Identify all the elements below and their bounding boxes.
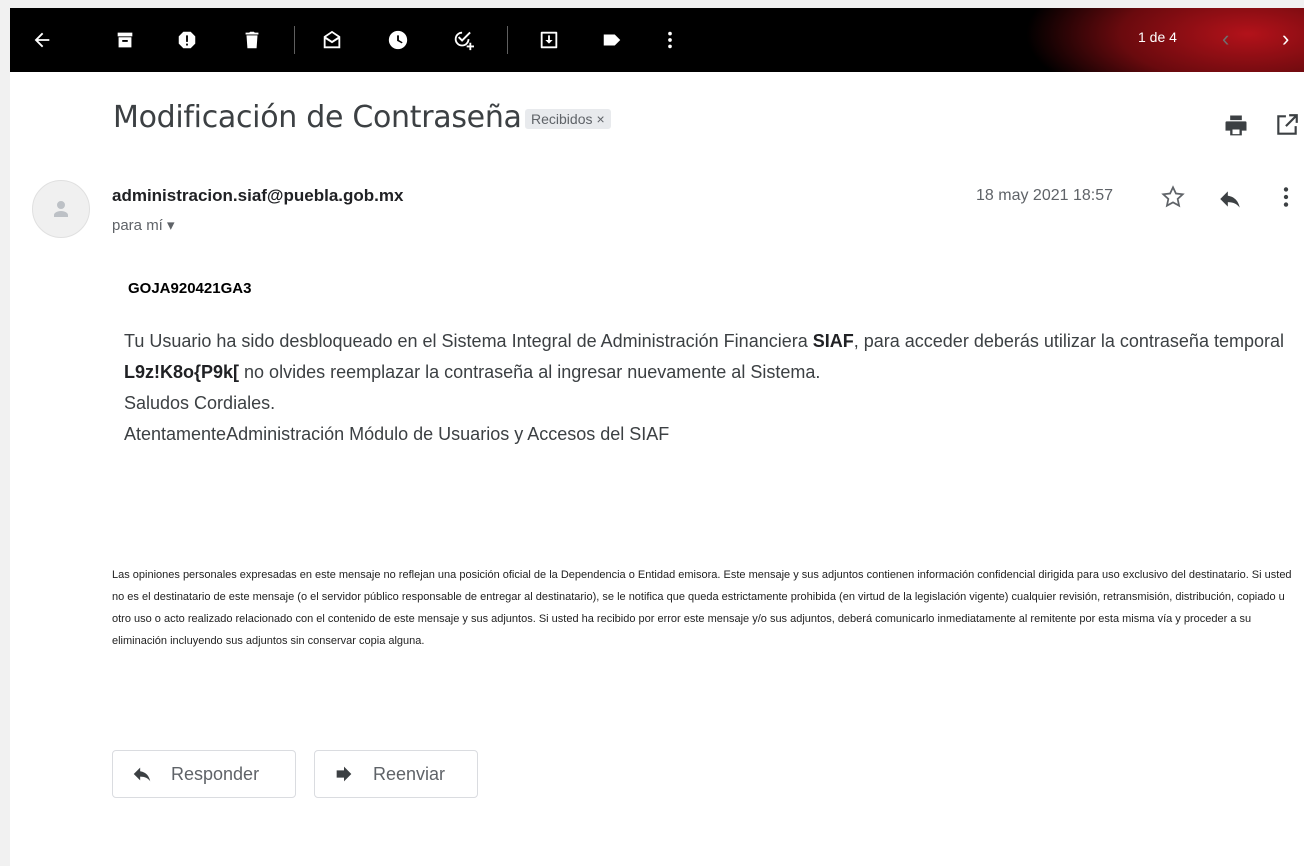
body-text: , para acceder deberás utilizar la contr… (853, 331, 1284, 351)
body-user-code: GOJA920421GA3 (128, 280, 252, 297)
reply-button[interactable]: Responder (112, 750, 296, 798)
back-arrow-icon[interactable] (26, 24, 58, 56)
reply-icon (133, 767, 151, 782)
message-date: 18 may 2021 18:57 (976, 187, 1113, 204)
mark-unread-icon[interactable] (316, 24, 348, 56)
delete-icon[interactable] (236, 24, 268, 56)
star-icon[interactable] (1160, 184, 1188, 212)
temporary-password: L9z!K8o{P9k[ (124, 362, 240, 382)
label-chip-text: Recibidos (531, 111, 593, 127)
more-options-icon[interactable] (1273, 184, 1301, 212)
toolbar-divider (294, 26, 295, 54)
print-icon[interactable] (1222, 112, 1250, 140)
move-to-icon[interactable] (533, 24, 565, 56)
body-text: no olvides reemplazar la contraseña al i… (239, 362, 821, 382)
reply-button-label: Responder (171, 763, 260, 784)
pager-count: 1 de 4 (1138, 29, 1177, 45)
report-spam-icon[interactable] (171, 24, 203, 56)
next-message-icon[interactable]: › (1282, 28, 1289, 50)
system-name: SIAF (812, 331, 854, 351)
label-chip-inbox[interactable]: Recibidos × (525, 109, 611, 129)
forward-icon (336, 766, 352, 782)
more-vert-icon[interactable] (654, 24, 686, 56)
toolbar-divider (507, 26, 508, 54)
sender-email[interactable]: administracion.siaf@puebla.gob.mx (112, 186, 403, 206)
body-paragraph: Tu Usuario ha sido desbloqueado en el Si… (124, 326, 1284, 388)
forward-button[interactable]: Reenviar (314, 750, 478, 798)
message-body: Tu Usuario ha sido desbloqueado en el Si… (124, 326, 1284, 450)
sender-avatar (32, 180, 90, 238)
email-subject: Modificación de Contraseña (113, 100, 522, 135)
email-view: 1 de 4 ‹ › Modificación de Contraseña Re… (10, 8, 1304, 866)
forward-button-label: Reenviar (373, 763, 446, 784)
legal-disclaimer: Las opiniones personales expresadas en e… (112, 569, 1292, 647)
body-signature: AtentamenteAdministración Módulo de Usua… (124, 424, 670, 444)
archive-icon[interactable] (109, 24, 141, 56)
toolbar: 1 de 4 ‹ › (10, 8, 1304, 72)
body-text: Tu Usuario ha sido desbloqueado en el Si… (124, 331, 813, 351)
prev-message-icon[interactable]: ‹ (1222, 28, 1229, 50)
add-task-icon[interactable] (447, 24, 479, 56)
label-icon[interactable] (596, 24, 628, 56)
snooze-icon[interactable] (382, 24, 414, 56)
remove-label-icon[interactable]: × (596, 111, 604, 127)
body-greeting: Saludos Cordiales. (124, 393, 276, 413)
recipient-details-toggle[interactable]: para mí ▾ (112, 216, 175, 234)
open-in-new-window-icon[interactable] (1274, 112, 1302, 140)
reply-icon[interactable] (1217, 186, 1245, 214)
